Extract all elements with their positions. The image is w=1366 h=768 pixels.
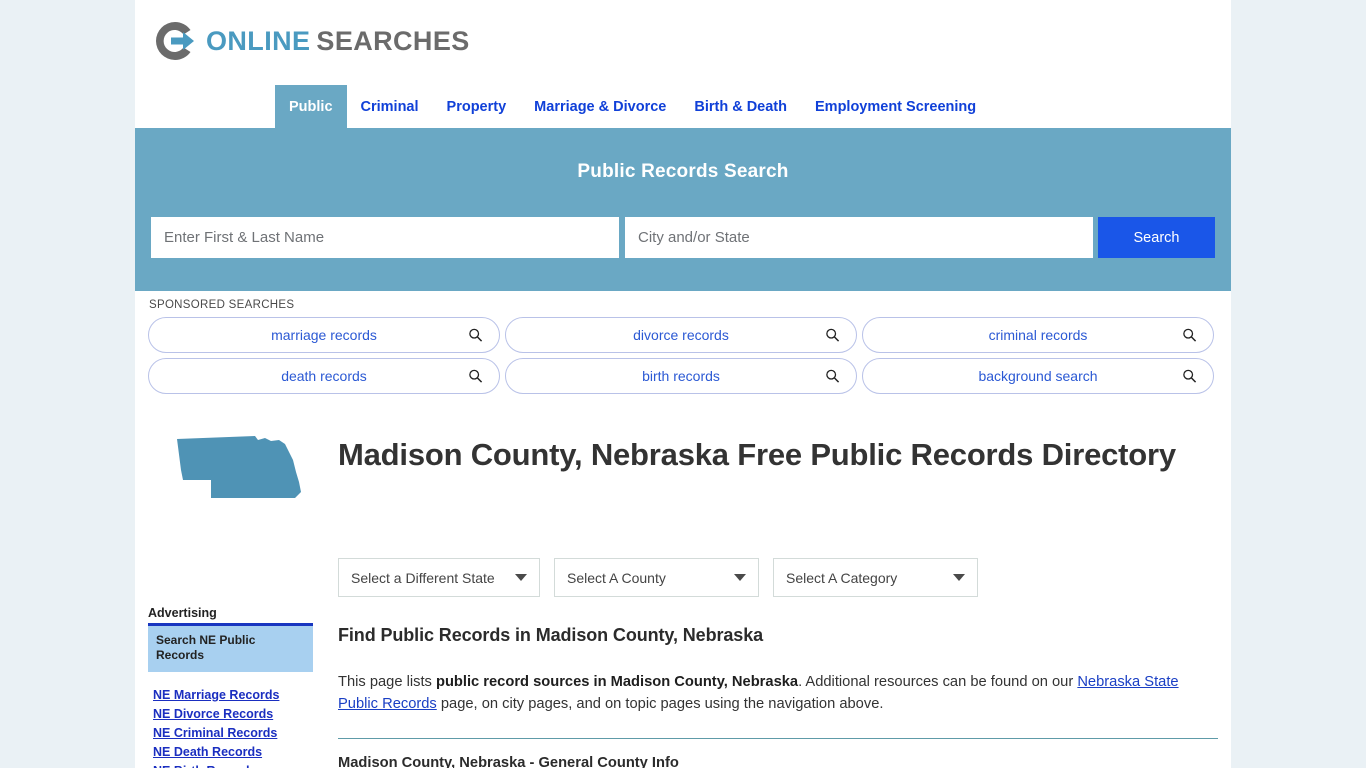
category-select[interactable]: Select A Category [773, 558, 978, 597]
section-divider [338, 738, 1218, 739]
state-select[interactable]: Select a Different State [338, 558, 540, 597]
logo-word-online: ONLINE [206, 25, 311, 56]
circle-arrow-right-icon [156, 21, 194, 60]
search-icon [469, 328, 483, 342]
sponsored-pill-label: divorce records [633, 327, 729, 343]
paragraph-bold-1: public record sources in Madison County,… [435, 674, 799, 690]
sponsored-pill-label: birth records [642, 368, 720, 384]
filter-dropdown-row: Select a Different State Select A County… [338, 558, 978, 597]
chevron-down-icon [734, 574, 746, 581]
chevron-down-icon [515, 574, 527, 581]
sidebar-link-ne-divorce-records[interactable]: NE Divorce Records [148, 705, 313, 724]
search-icon [1183, 328, 1197, 342]
sidebar-link-ne-criminal-records[interactable]: NE Criminal Records [148, 724, 313, 743]
search-icon [826, 328, 840, 342]
search-band-title: Public Records Search [577, 161, 789, 182]
county-select-label: Select A County [567, 569, 666, 586]
advertising-box-text: Search NE Public Records [156, 633, 256, 662]
tab-criminal[interactable]: Criminal [347, 85, 433, 128]
page-root: ONLINE SEARCHES Public Criminal Property … [0, 0, 1366, 768]
sidebar-link-list: NE Marriage Records NE Divorce Records N… [148, 686, 313, 768]
logo-wordmark: ONLINE SEARCHES [206, 25, 470, 56]
sponsored-pill-divorce-records[interactable]: divorce records [505, 317, 857, 353]
section-heading: Find Public Records in Madison County, N… [338, 625, 764, 645]
tab-marriage-divorce[interactable]: Marriage & Divorce [520, 85, 680, 128]
search-name-input[interactable] [151, 217, 619, 258]
category-select-label: Select A Category [786, 569, 898, 586]
sponsored-searches-label: SPONSORED SEARCHES [149, 299, 295, 311]
nebraska-state-map-icon [177, 436, 301, 498]
content-column: ONLINE SEARCHES Public Criminal Property … [135, 0, 1231, 768]
advertising-box[interactable]: Search NE Public Records [148, 623, 313, 672]
sponsored-pill-label: background search [978, 368, 1098, 384]
sponsored-searches-grid: marriage records divorce records crimina… [148, 317, 1218, 394]
sponsored-pill-background-search[interactable]: background search [862, 358, 1214, 394]
search-location-input[interactable] [625, 217, 1093, 258]
logo-word-searches: SEARCHES [316, 25, 470, 56]
search-icon [826, 369, 840, 383]
search-icon [469, 369, 483, 383]
sponsored-pill-label: marriage records [271, 327, 377, 343]
state-select-label: Select a Different State [351, 569, 495, 586]
sponsored-pill-death-records[interactable]: death records [148, 358, 500, 394]
primary-navigation: Public Criminal Property Marriage & Divo… [135, 85, 1231, 128]
tab-public[interactable]: Public [275, 85, 347, 128]
sponsored-pill-criminal-records[interactable]: criminal records [862, 317, 1214, 353]
sidebar-link-ne-marriage-records[interactable]: NE Marriage Records [148, 686, 313, 705]
paragraph-text-3: page, on city pages, and on topic pages … [436, 696, 884, 712]
county-select[interactable]: Select A County [554, 558, 759, 597]
chevron-down-icon [953, 574, 965, 581]
advertising-heading: Advertising [148, 606, 217, 620]
paragraph-text-1: This page lists [338, 674, 436, 690]
sponsored-pill-label: criminal records [988, 327, 1088, 343]
sponsored-pill-label: death records [281, 368, 367, 384]
search-band: Public Records Search Search [135, 128, 1231, 291]
sidebar-link-ne-birth-records[interactable]: NE Birth Records [148, 762, 313, 768]
intro-paragraph: This page lists public record sources in… [338, 671, 1218, 715]
main-content: Find Public Records in Madison County, N… [338, 625, 1218, 768]
tab-birth-death[interactable]: Birth & Death [680, 85, 801, 128]
paragraph-text-2: . Additional resources can be found on o… [798, 674, 1078, 690]
tab-employment-screening[interactable]: Employment Screening [801, 85, 990, 128]
search-submit-button[interactable]: Search [1098, 217, 1215, 258]
general-county-info-heading: Madison County, Nebraska - General Count… [338, 755, 679, 768]
search-icon [1183, 369, 1197, 383]
sponsored-pill-birth-records[interactable]: birth records [505, 358, 857, 394]
page-title: Madison County, Nebraska Free Public Rec… [338, 437, 1176, 472]
sponsored-pill-marriage-records[interactable]: marriage records [148, 317, 500, 353]
tab-property[interactable]: Property [433, 85, 521, 128]
sidebar-link-ne-death-records[interactable]: NE Death Records [148, 743, 313, 762]
search-form: Search [151, 217, 1215, 258]
site-logo[interactable]: ONLINE SEARCHES [153, 18, 470, 64]
sidebar: Advertising Search NE Public Records NE … [148, 606, 313, 768]
